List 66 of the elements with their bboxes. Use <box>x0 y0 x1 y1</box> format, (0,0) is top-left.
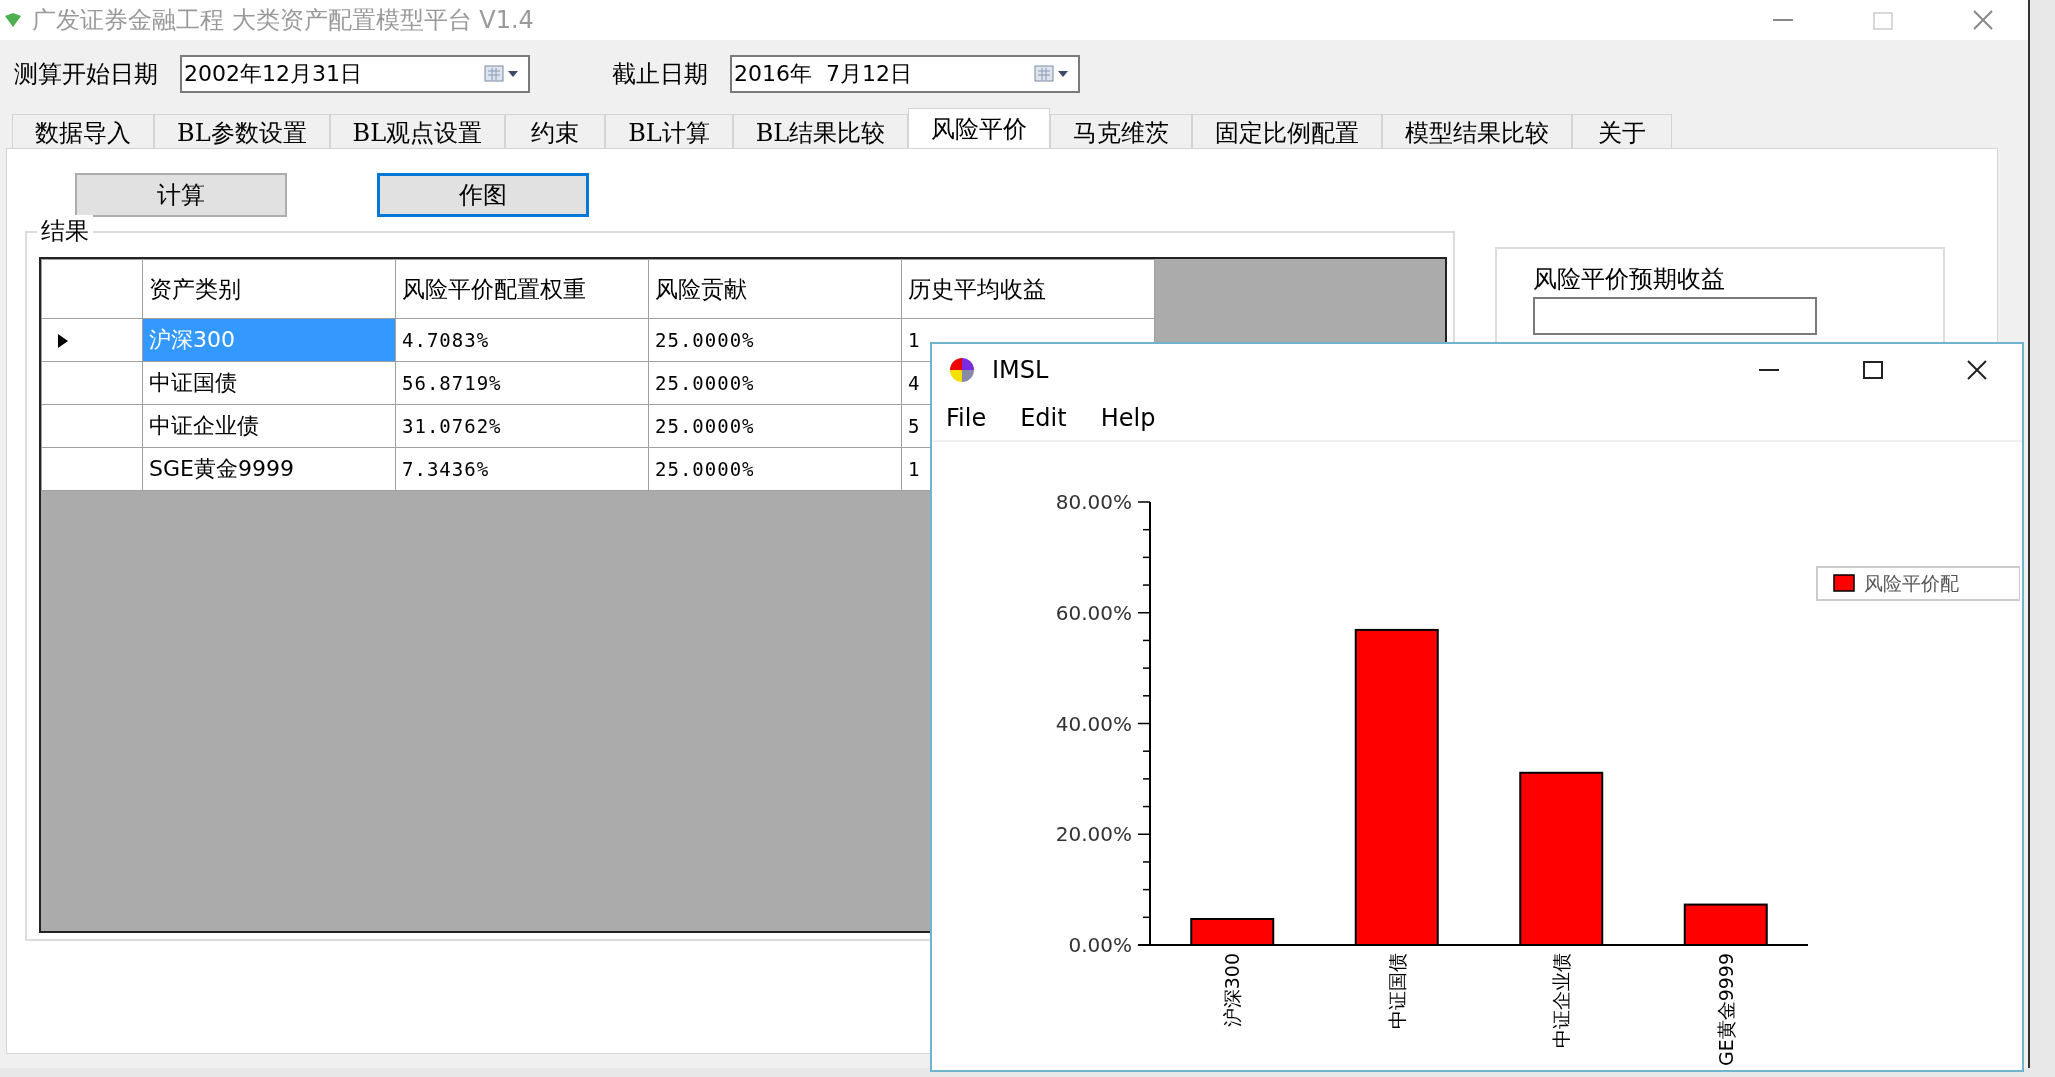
column-header: 资产类别 <box>142 259 396 319</box>
y-tick-label: 0.00% <box>1068 933 1132 957</box>
legend-label: 风险平价配 <box>1864 572 1959 594</box>
maximize-icon <box>1871 10 1895 30</box>
y-tick-label: 80.00% <box>1055 490 1132 514</box>
table-cell: 中证国债 <box>142 361 396 405</box>
date-label: 截止日期 <box>612 59 708 90</box>
close-icon <box>1965 360 1989 380</box>
row-header-cell[interactable] <box>41 361 143 405</box>
table-cell: 56.8719% <box>395 361 649 405</box>
current-row-icon <box>58 333 68 348</box>
chart-legend: 风险平价配 <box>1816 566 2020 601</box>
row-header-cell[interactable] <box>41 318 143 362</box>
column-header: 历史平均收益 <box>901 259 1155 319</box>
table-cell: 31.0762% <box>395 404 649 448</box>
menu-item[interactable]: Edit <box>1020 404 1067 432</box>
table-cell: 25.0000% <box>648 318 902 362</box>
date-label: 测算开始日期 <box>14 59 158 90</box>
maximize-icon <box>1861 360 1885 380</box>
x-tick-label: 中证企业债 <box>1550 953 1573 1048</box>
tab[interactable]: 数据导入 <box>12 114 154 148</box>
date-value: 2016年 7月12日 <box>734 60 913 88</box>
tab[interactable]: 固定比例配置 <box>1192 114 1383 148</box>
column-header: 风险平价配置权重 <box>395 259 649 319</box>
action-button[interactable]: 计算 <box>75 173 287 217</box>
table-cell: SGE黄金9999 <box>142 447 396 491</box>
tab[interactable]: 风险平价 <box>908 108 1051 148</box>
window-title: 广发证券金融工程 大类资产配置模型平台 V1.4 <box>32 5 535 36</box>
tab[interactable]: BL计算 <box>605 114 733 148</box>
table-cell: 沪深300 <box>142 318 396 362</box>
table-cell: 7.3436% <box>395 447 649 491</box>
row-header-cell[interactable] <box>41 447 143 491</box>
table-cell: 25.0000% <box>648 361 902 405</box>
y-tick-label: 40.00% <box>1055 711 1132 736</box>
tab[interactable]: 模型结果比较 <box>1382 114 1573 148</box>
table-cell: 4.7083% <box>395 318 649 362</box>
date-picker[interactable]: 2002年12月31日 <box>180 55 530 93</box>
y-tick-label: 60.00% <box>1055 600 1132 625</box>
tab[interactable]: BL观点设置 <box>329 114 506 148</box>
table-cell: 25.0000% <box>648 447 902 491</box>
table-cell: 中证企业债 <box>142 404 396 448</box>
field-label: 风险平价预期收益 <box>1533 264 1726 295</box>
calendar-dropdown-icon <box>484 65 520 83</box>
tab[interactable]: 关于 <box>1572 114 1673 148</box>
app-logo-icon <box>4 12 22 28</box>
close-icon <box>1971 10 1995 30</box>
date-picker[interactable]: 2016年 7月12日 <box>730 55 1080 93</box>
y-tick-label: 20.00% <box>1055 822 1132 847</box>
x-tick-label: GE黄金9999 <box>1714 953 1737 1067</box>
input-field[interactable] <box>1533 297 1817 335</box>
minimize-icon <box>1771 19 1795 21</box>
column-header: 风险贡献 <box>648 259 902 319</box>
x-tick-label: 沪深300 <box>1221 953 1244 1028</box>
menu-item[interactable]: File <box>946 404 987 432</box>
calendar-dropdown-icon <box>1034 65 1070 83</box>
tab[interactable]: BL结果比较 <box>732 114 909 148</box>
tab[interactable]: BL参数设置 <box>154 114 330 148</box>
date-value: 2002年12月31日 <box>184 60 363 88</box>
x-tick-label: 中证国债 <box>1385 953 1408 1029</box>
tab[interactable]: 约束 <box>505 114 606 148</box>
action-button[interactable]: 作图 <box>377 173 589 217</box>
minimize-icon <box>1757 369 1781 371</box>
row-header-cell[interactable] <box>41 404 143 448</box>
tab[interactable]: 马克维茨 <box>1050 114 1193 148</box>
table-cell: 25.0000% <box>648 404 902 448</box>
menu-item[interactable]: Help <box>1100 404 1156 432</box>
